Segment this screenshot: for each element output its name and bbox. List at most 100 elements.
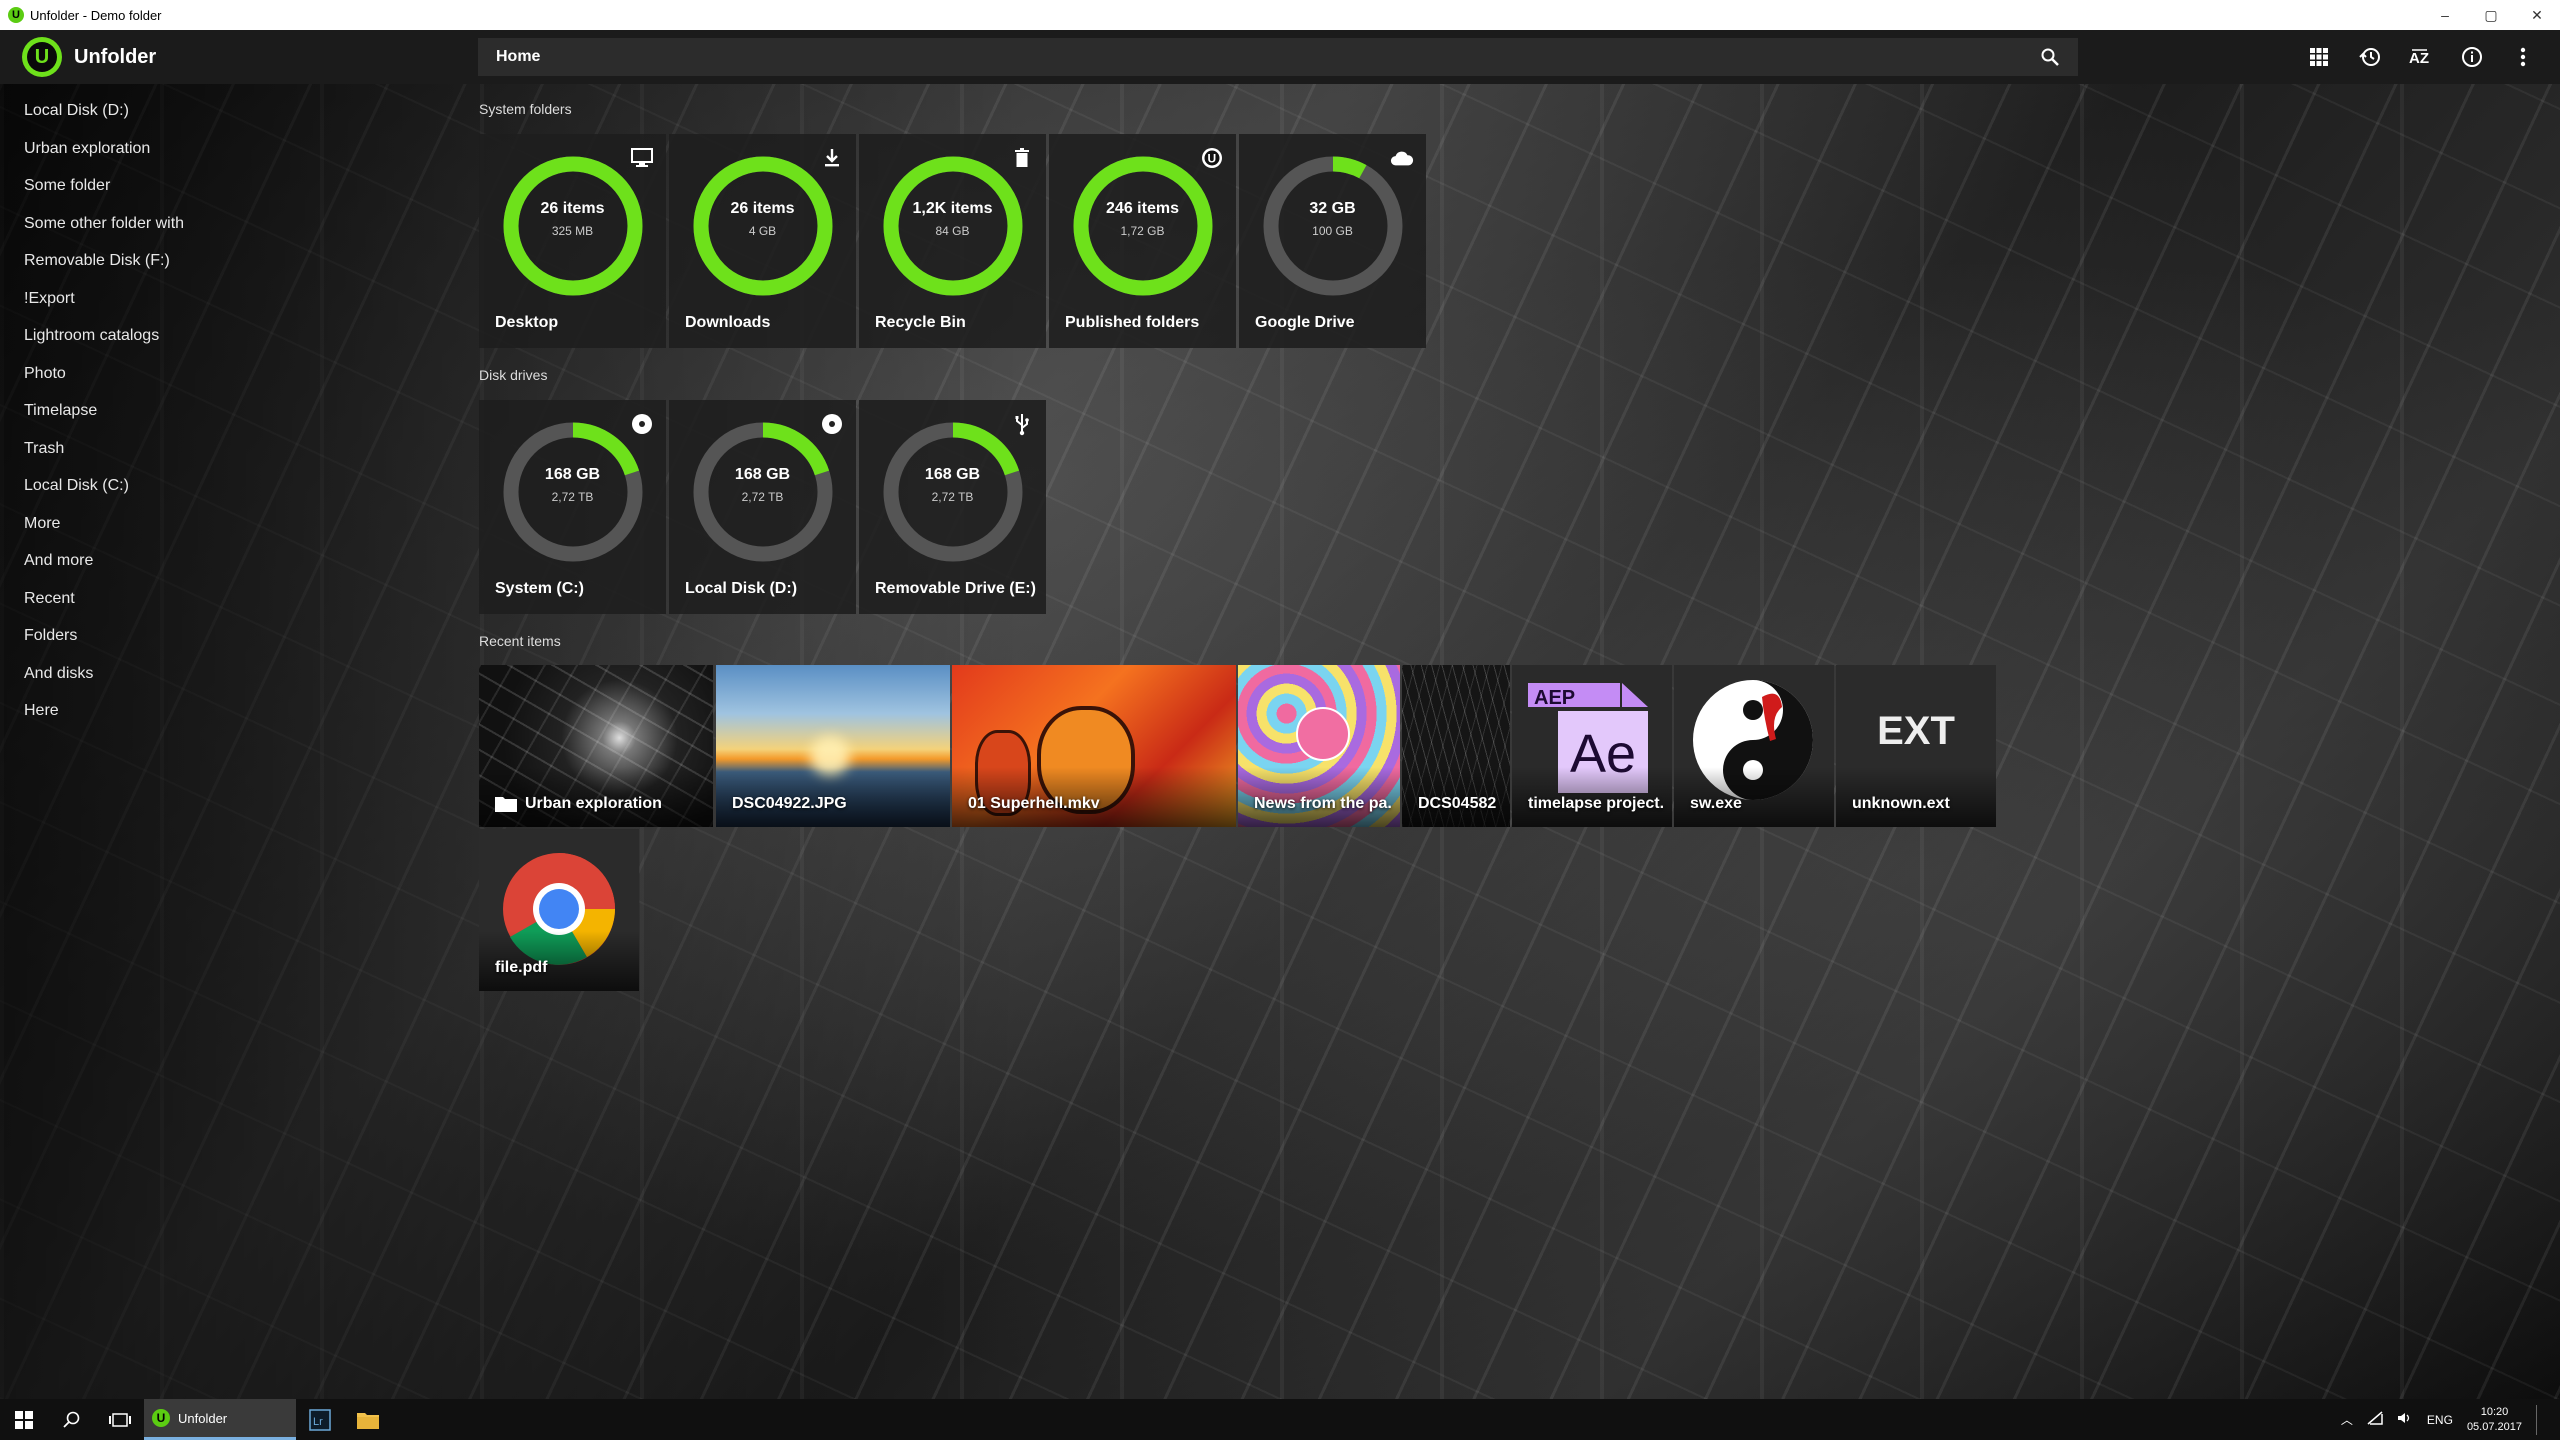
tile-name: Downloads [685,314,771,331]
recent-item-photo-dark[interactable]: DCS04582 [1402,665,1510,827]
taskbar-app-unfolder[interactable]: U Unfolder [144,1399,296,1440]
taskbar-clock[interactable]: 10:20 05.07.2017 [2467,1405,2522,1435]
path-bar[interactable]: Home [478,38,2078,76]
history-icon[interactable] [2354,40,2385,74]
search-icon[interactable] [2040,47,2060,67]
window-titlebar: U Unfolder - Demo folder – ▢ ✕ [0,0,2560,30]
app-logo-icon[interactable]: U [22,37,62,77]
lightroom-taskbar-icon[interactable]: Lr [296,1399,344,1440]
sidebar-item[interactable]: Local Disk (D:) [0,92,460,130]
sidebar-item[interactable]: And disks [0,655,460,693]
recent-item-image[interactable]: News from the pa. [1238,665,1400,827]
maximize-button[interactable]: ▢ [2468,7,2514,24]
section-title-system: System folders [479,101,572,117]
system_folders-tile[interactable]: 1,2K items 84 GB Recycle Bin [859,134,1046,348]
section-title-recent: Recent items [479,633,561,649]
network-icon[interactable] [2367,1411,2383,1428]
recent-item-label: unknown.ext [1852,795,1950,812]
task-view-icon[interactable] [96,1399,144,1440]
recent-item-exe[interactable]: sw.exe [1674,665,1834,827]
taskbar-search-icon[interactable] [48,1399,96,1440]
recent-item-label: Urban exploration [525,795,662,812]
path-text: Home [496,48,541,65]
sidebar-item[interactable]: Lightroom catalogs [0,317,460,355]
tile-main-value: 1,2K items [912,200,993,217]
more-menu-icon[interactable] [2507,40,2538,74]
taskbar: U Unfolder Lr ︿ ENG 10:20 05.07.2017 [0,1399,2560,1440]
info-icon[interactable] [2456,40,2487,74]
volume-icon[interactable] [2397,1411,2413,1428]
tile-main-value: 168 GB [924,466,981,483]
minimize-button[interactable]: – [2422,7,2468,24]
svg-text:Lr: Lr [313,1416,323,1428]
file-explorer-taskbar-icon[interactable] [344,1399,392,1440]
disk_drives-tile[interactable]: 168 GB 2,72 TB Local Disk (D:) [669,400,856,614]
sidebar-item[interactable]: Some other folder with [0,205,460,243]
disk_drives-tile[interactable]: 168 GB 2,72 TB Removable Drive (E:) [859,400,1046,614]
sidebar-item[interactable]: !Export [0,280,460,318]
disk_drives-tile[interactable]: 168 GB 2,72 TB System (C:) [479,400,666,614]
svg-text:AZ: AZ [2409,50,2429,67]
recent-item-aep[interactable]: AEP Ae timelapse project. [1512,665,1672,827]
sidebar-item[interactable]: Local Disk (C:) [0,467,460,505]
recent-item-label: timelapse project. [1528,795,1665,812]
sidebar-item[interactable]: Photo [0,355,460,393]
show-desktop-button[interactable] [2536,1404,2540,1435]
tile-sub-value: 2,72 TB [551,490,594,504]
monitor-icon [630,146,654,170]
sidebar-item[interactable]: Trash [0,430,460,468]
section-title-disks: Disk drives [479,367,548,383]
recent-item-label: DCS04582 [1418,795,1497,812]
tray-chevron-icon[interactable]: ︿ [2341,1411,2353,1428]
sidebar-item[interactable]: More [0,505,460,543]
tile-name: Local Disk (D:) [685,580,798,597]
sidebar-item[interactable]: Recent [0,580,460,618]
sidebar-item[interactable]: Some folder [0,167,460,205]
sidebar-item[interactable]: And more [0,542,460,580]
close-button[interactable]: ✕ [2514,7,2560,24]
trash-icon [1010,146,1034,170]
recent-item-label: DSC04922.JPG [732,795,847,812]
tile-sub-value: 325 MB [551,224,594,238]
unfolder-taskbar-icon: U [152,1409,170,1427]
system_folders-tile[interactable]: 246 items 1,72 GB Published folders U [1049,134,1236,348]
recent-item-label: sw.exe [1690,795,1742,812]
system_folders-tile[interactable]: 26 items 325 MB Desktop [479,134,666,348]
recent-item-folder[interactable]: Urban exploration [479,665,713,827]
sidebar-item[interactable]: Here [0,692,460,730]
recent-item-pdf[interactable]: file.pdf [479,829,639,991]
recent-item-video[interactable]: 01 Superhell.mkv [952,665,1236,827]
tile-sub-value: 2,72 TB [931,490,974,504]
disk-icon [630,412,654,436]
tile-main-value: 168 GB [734,466,791,483]
sidebar-item[interactable]: Removable Disk (F:) [0,242,460,280]
tile-name: System (C:) [495,580,584,597]
tile-main-value: 26 items [540,200,605,217]
tile-sub-value: 2,72 TB [741,490,784,504]
tile-sub-value: 100 GB [1312,224,1353,238]
sidebar-item[interactable]: Folders [0,617,460,655]
language-indicator[interactable]: ENG [2427,1413,2453,1427]
grid-view-icon[interactable] [2303,40,2334,74]
unfolder-logo-icon: U [8,7,24,23]
tile-name: Published folders [1065,314,1200,331]
recent-item-ext[interactable]: EXT unknown.ext [1836,665,1996,827]
tile-name: Removable Drive (E:) [875,580,1036,597]
tile-name: Google Drive [1255,314,1355,331]
sidebar-item[interactable]: Urban exploration [0,130,460,168]
recent-item-photo[interactable]: DSC04922.JPG [716,665,950,827]
windows-start-icon[interactable] [0,1399,48,1440]
sort-az-icon[interactable]: AZ [2405,40,2436,74]
taskbar-app-label: Unfolder [178,1410,228,1426]
system_folders-tile[interactable]: 32 GB 100 GB Google Drive [1239,134,1426,348]
sidebar-item[interactable]: Timelapse [0,392,460,430]
sidebar: Local Disk (D:) Urban exploration Some fol… [0,92,460,730]
recent-item-label: file.pdf [495,959,548,976]
tile-name: Recycle Bin [875,314,966,331]
system_folders-tile[interactable]: 26 items 4 GB Downloads [669,134,856,348]
tile-main-value: 26 items [730,200,795,217]
aep-badge: AEP [1534,687,1576,709]
tile-main-value: 168 GB [544,466,601,483]
tile-main-value: 32 GB [1309,200,1356,217]
disk-icon [820,412,844,436]
